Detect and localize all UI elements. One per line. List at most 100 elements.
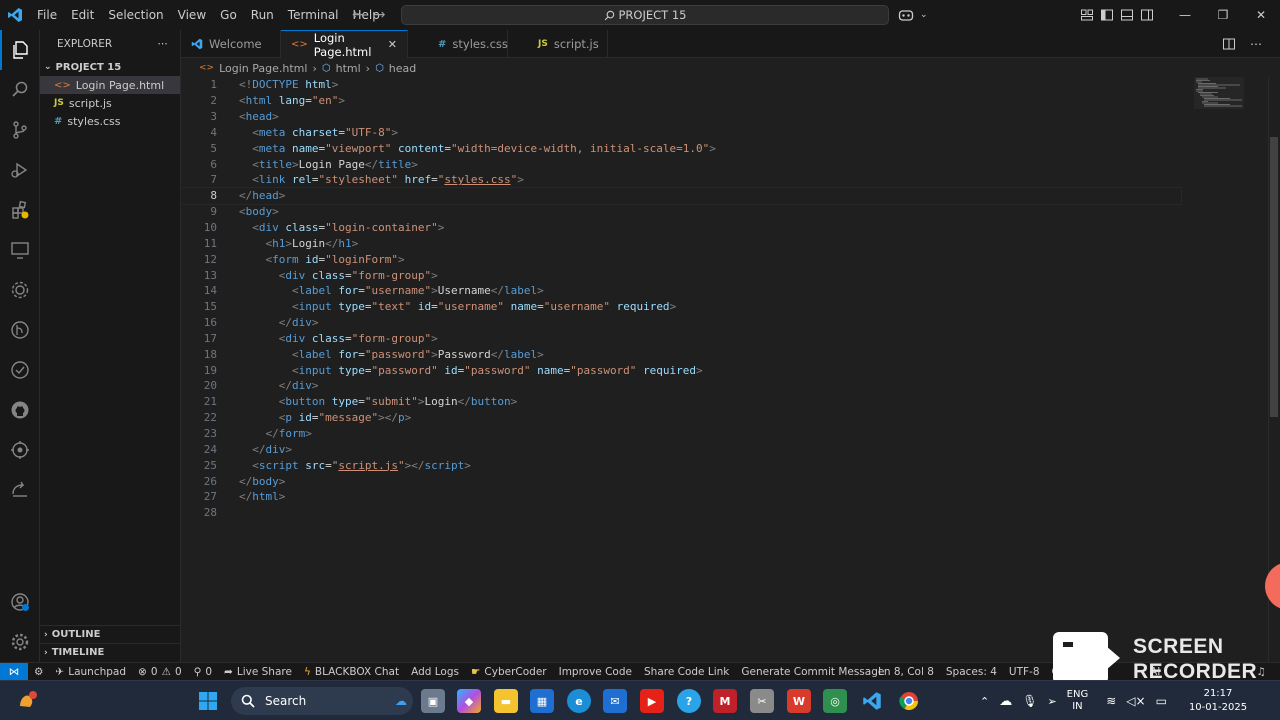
code-line[interactable]: 1 <!DOCTYPE html>: [181, 77, 1181, 93]
status-add-logs[interactable]: Add Logs: [405, 666, 465, 678]
close-window-icon[interactable]: ✕: [1242, 0, 1280, 30]
live-share-icon[interactable]: [0, 470, 40, 510]
edge-browser-icon[interactable]: e: [567, 689, 591, 713]
github-icon[interactable]: [0, 390, 40, 430]
taskbar-search[interactable]: Search ☁: [231, 687, 413, 715]
wifi-icon[interactable]: ≋: [1106, 694, 1116, 708]
copilot-menu[interactable]: ⌄: [898, 0, 928, 30]
code-line[interactable]: 10 <div class="login-container">: [181, 220, 1181, 236]
mcafee-icon[interactable]: M: [713, 689, 737, 713]
toggle-secondary-sidebar-icon[interactable]: [1140, 8, 1154, 22]
status-cursor-position[interactable]: Ln 8, Col 8: [872, 666, 940, 678]
close-tab-icon[interactable]: ✕: [388, 38, 397, 51]
scrollbar-thumb[interactable]: [1270, 137, 1278, 417]
widgets-icon[interactable]: [15, 689, 39, 713]
file-explorer-icon[interactable]: ▬: [494, 689, 518, 713]
timeline-section[interactable]: › TIMELINE: [40, 643, 181, 661]
search-icon[interactable]: [0, 70, 40, 110]
code-line[interactable]: 28: [181, 505, 1181, 521]
chrome-icon[interactable]: [897, 689, 921, 713]
status-share-code[interactable]: Share Code Link: [638, 666, 735, 678]
status-indentation[interactable]: Spaces: 4: [940, 666, 1003, 678]
volume-icon[interactable]: ◁×: [1126, 694, 1145, 708]
code-line[interactable]: 6 <title>Login Page</title>: [181, 156, 1181, 172]
testing-icon[interactable]: [0, 350, 40, 390]
menu-view[interactable]: View: [171, 0, 213, 30]
status-improve-code[interactable]: Improve Code: [553, 666, 638, 678]
vscode-logo-icon[interactable]: [0, 0, 30, 30]
code-line[interactable]: 7 <link rel="stylesheet" href="styles.cs…: [181, 172, 1181, 188]
tab-login-page[interactable]: <> Login Page.html ✕: [281, 30, 408, 59]
status-launchpad[interactable]: ✈ Launchpad: [49, 666, 132, 678]
code-line[interactable]: 13 <div class="form-group">: [181, 267, 1181, 283]
file-styles-css[interactable]: # styles.css: [40, 112, 180, 130]
code-line[interactable]: 5 <meta name="viewport" content="width=d…: [181, 140, 1181, 156]
language-indicator[interactable]: ENG IN: [1067, 689, 1089, 713]
taskbar-clock[interactable]: 21:17 10-01-2025: [1188, 687, 1248, 715]
menu-selection[interactable]: Selection: [101, 0, 170, 30]
code-line[interactable]: 16 </div>: [181, 315, 1181, 331]
code-line[interactable]: 12 <form id="loginForm">: [181, 251, 1181, 267]
menu-run[interactable]: Run: [244, 0, 281, 30]
run-debug-icon[interactable]: [0, 150, 40, 190]
code-line[interactable]: 4 <meta charset="UTF-8">: [181, 125, 1181, 141]
breadcrumb-head[interactable]: head: [389, 62, 416, 75]
code-line[interactable]: 8 </head>: [180, 186, 1182, 205]
tab-welcome[interactable]: Welcome: [181, 30, 281, 58]
start-windows-icon[interactable]: [196, 689, 220, 713]
mic-muted-icon[interactable]: 🎙: [1022, 694, 1037, 708]
tab-styles-css[interactable]: # styles.css: [408, 30, 508, 58]
breadcrumb-html[interactable]: html: [336, 62, 361, 75]
project-folder[interactable]: ⌄ PROJECT 15: [40, 58, 180, 76]
menu-file[interactable]: File: [30, 0, 64, 30]
wps-office-icon[interactable]: W: [787, 689, 811, 713]
snipping-tool-icon[interactable]: ✂: [750, 689, 774, 713]
menu-go[interactable]: Go: [213, 0, 244, 30]
code-line[interactable]: 9 <body>: [181, 204, 1181, 220]
tab-script-js[interactable]: JS script.js: [508, 30, 608, 58]
toggle-primary-sidebar-icon[interactable]: [1100, 8, 1114, 22]
status-cybercoder[interactable]: ☛ CyberCoder: [465, 666, 553, 678]
menu-edit[interactable]: Edit: [64, 0, 101, 30]
code-lines[interactable]: 1 <!DOCTYPE html> 2 <html lang="en"> 3 <head>…: [180, 77, 1182, 521]
split-editor-icon[interactable]: [1222, 37, 1236, 51]
code-line[interactable]: 2 <html lang="en">: [181, 93, 1181, 109]
forward-arrow-icon[interactable]: →: [374, 7, 386, 23]
onedrive-icon[interactable]: ☁: [999, 694, 1012, 709]
code-line[interactable]: 11 <h1>Login</h1>: [181, 235, 1181, 251]
code-line[interactable]: 20 </div>: [181, 378, 1181, 394]
remote-indicator-icon[interactable]: ⋈: [0, 662, 28, 681]
copilot-app-icon[interactable]: ◆: [457, 689, 481, 713]
more-actions-icon[interactable]: ⋯: [1250, 37, 1262, 51]
back-arrow-icon[interactable]: ←: [352, 7, 364, 23]
more-actions-icon[interactable]: ⋯: [158, 38, 169, 50]
status-problems[interactable]: ⊗ 0 ⚠ 0: [132, 666, 188, 678]
code-line[interactable]: 18 <label for="password">Password</label…: [181, 346, 1181, 362]
location-icon[interactable]: ➢: [1047, 695, 1056, 708]
task-view-icon[interactable]: ▣: [421, 689, 445, 713]
minimize-icon[interactable]: —: [1166, 0, 1204, 30]
app-icon[interactable]: ◎: [823, 689, 847, 713]
customize-layout-icon[interactable]: [1080, 8, 1094, 22]
code-line[interactable]: 15 <input type="text" id="username" name…: [181, 299, 1181, 315]
git-graph-icon[interactable]: [0, 310, 40, 350]
code-line[interactable]: 24 </div>: [181, 441, 1181, 457]
mail-app-icon[interactable]: ✉: [603, 689, 627, 713]
vscode-taskbar-icon[interactable]: [860, 689, 884, 713]
show-hidden-icons-icon[interactable]: ⌃: [980, 695, 989, 708]
manage-gear-icon[interactable]: [0, 622, 40, 662]
explorer-icon[interactable]: [0, 30, 40, 70]
remote-explorer-icon[interactable]: [0, 230, 40, 270]
file-login-page[interactable]: <> Login Page.html: [40, 76, 180, 94]
status-live-share[interactable]: ➦ Live Share: [218, 666, 298, 678]
code-line[interactable]: 17 <div class="form-group">: [181, 331, 1181, 347]
status-ports[interactable]: ⚲ 0: [188, 666, 218, 678]
file-script-js[interactable]: JS script.js: [40, 94, 180, 112]
code-line[interactable]: 22 <p id="message"></p>: [181, 410, 1181, 426]
status-blackbox[interactable]: ϟ BLACKBOX Chat: [298, 666, 405, 678]
code-line[interactable]: 14 <label for="username">Username</label…: [181, 283, 1181, 299]
breadcrumb-file[interactable]: Login Page.html: [219, 62, 307, 75]
microsoft-store-icon[interactable]: ▦: [530, 689, 554, 713]
minimap[interactable]: [1194, 77, 1244, 117]
code-line[interactable]: 3 <head>: [181, 109, 1181, 125]
